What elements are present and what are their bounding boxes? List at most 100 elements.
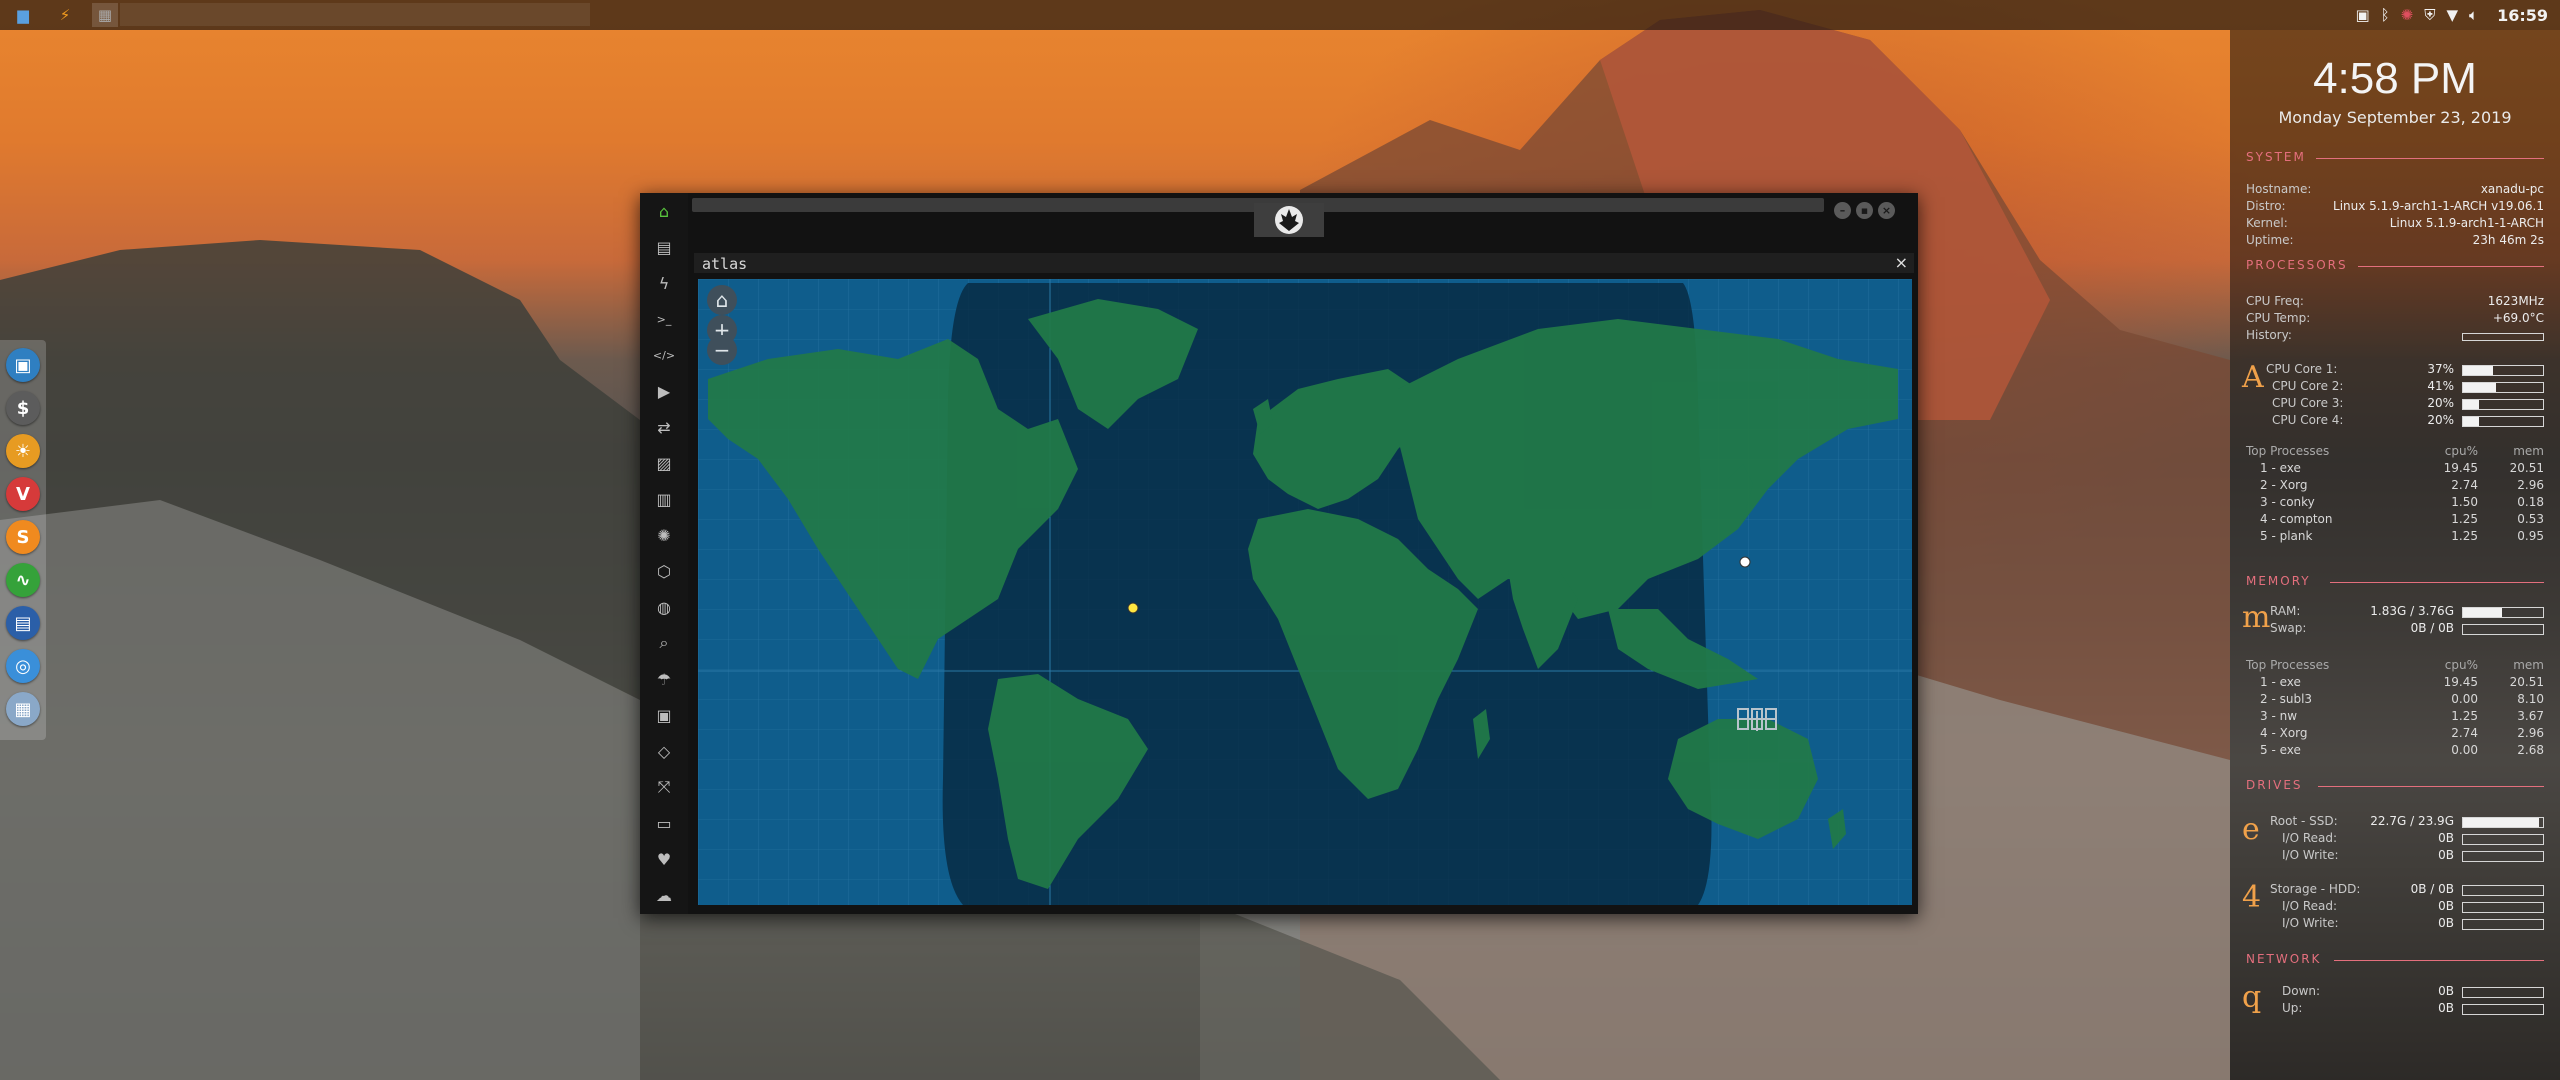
grid-app-icon[interactable]: ▦ [92, 3, 118, 27]
root-read-bar [2462, 834, 2544, 845]
net-down-bar [2462, 987, 2544, 998]
translate-icon[interactable]: ⇄ [652, 415, 676, 439]
root-drive-bar [2462, 817, 2544, 828]
home-icon[interactable]: ⌂ [652, 199, 676, 223]
cpu-core-bar [2462, 399, 2544, 410]
app-window: ⌂ ▤ ϟ >_ </> ▶ ⇄ ▨ ▥ ✺ ⬡ ◍ ⌕ ☂ ▣ ◇ ⤧ ▭ ♥ ☁ – ▪ × atlas × [640, 193, 1918, 914]
volume-icon[interactable]: 🔈︎ [2469, 6, 2478, 24]
taskbar-area[interactable] [120, 3, 590, 26]
process-row: 1 - exe 19.45 20.51 [2260, 461, 2544, 475]
document-icon[interactable]: ▤ [652, 235, 676, 259]
cpu-temp-row: CPU Temp: +69.0°C [2246, 311, 2544, 325]
dock-vivaldi-icon[interactable]: V [6, 477, 40, 511]
dock-files-icon[interactable]: ▣ [6, 348, 40, 382]
bluetooth-icon[interactable]: ᛒ [2381, 6, 2390, 24]
processors-heading: PROCESSORS [2246, 258, 2348, 272]
storage-drive-glyph: 4 [2242, 880, 2262, 915]
process-row: 3 - nw 1.25 3.67 [2260, 709, 2544, 723]
youtube-icon[interactable]: ▭ [652, 811, 676, 835]
process-row: 2 - subl3 0.00 8.10 [2260, 692, 2544, 706]
mem-top-header: Top Processes cpu% mem [2246, 658, 2544, 672]
processors-divider [2358, 266, 2544, 267]
dock-chrome-icon[interactable]: ◎ [6, 649, 40, 683]
root-read-row: I/O Read: 0B [2282, 831, 2544, 847]
cloud-icon[interactable]: ☁ [652, 883, 676, 907]
heart-icon[interactable]: ♥ [652, 847, 676, 871]
world-map[interactable]: ⌂ + − [698, 279, 1912, 905]
process-row: 1 - exe 19.45 20.51 [2260, 675, 2544, 689]
memory-divider [2330, 582, 2544, 583]
expand-icon[interactable]: ⤧ [652, 775, 676, 799]
drives-divider [2318, 786, 2544, 787]
storage-read-bar [2462, 902, 2544, 913]
conky-panel: 4:58 PM Monday September 23, 2019 SYSTEM… [2230, 30, 2560, 1080]
terminal-icon[interactable]: >_ [652, 307, 676, 331]
panel-close-button[interactable]: × [1895, 253, 1908, 272]
storage-bar [2462, 885, 2544, 896]
panel-header [694, 253, 1914, 273]
top-panel: ▆ ⚡ ▦ ▣ ᛒ ✺ ⛨ ▼ 🔈︎ 16:59 [0, 0, 2560, 30]
dock-monitor-icon[interactable]: ∿ [6, 563, 40, 597]
process-row: 2 - Xorg 2.74 2.96 [2260, 478, 2544, 492]
close-button[interactable]: × [1878, 202, 1895, 219]
minimize-button[interactable]: – [1834, 202, 1851, 219]
swap-row: Swap: 0B / 0B [2270, 621, 2544, 637]
cpu-core-row: CPU Core 3: 20% [2272, 396, 2544, 412]
cpu-glyph: A [2242, 360, 2264, 395]
atom-icon[interactable]: ✺ [652, 523, 676, 547]
net-up-row: Up: 0B [2282, 1001, 2544, 1017]
umbrella-icon[interactable]: ☂ [652, 667, 676, 691]
moon-marker[interactable] [1739, 556, 1751, 568]
play-icon[interactable]: ▶ [652, 379, 676, 403]
storage-write-bar [2462, 919, 2544, 930]
dock-terminal-icon[interactable]: $ [6, 391, 40, 425]
sublime-text-icon[interactable]: ⚡ [52, 3, 78, 27]
rebel-logo-icon[interactable] [1254, 203, 1324, 237]
wifi-icon[interactable]: ▼ [2447, 6, 2459, 24]
sidebar: ⌂ ▤ ϟ >_ </> ▶ ⇄ ▨ ▥ ✺ ⬡ ◍ ⌕ ☂ ▣ ◇ ⤧ ▭ ♥ ☁ [640, 193, 688, 914]
cpu-core-row: CPU Core 2: 41% [2272, 379, 2544, 395]
root-write-row: I/O Write: 0B [2282, 848, 2544, 864]
network-glyph: q [2242, 980, 2262, 1015]
system-row: Uptime: 23h 46m 2s [2246, 233, 2544, 247]
process-row: 4 - compton 1.25 0.53 [2260, 512, 2544, 526]
zoom-out-button[interactable]: − [707, 335, 737, 365]
storage-read-row: I/O Read: 0B [2282, 899, 2544, 915]
hexagon-icon[interactable]: ⬡ [652, 559, 676, 583]
cpu-top-header: Top Processes cpu% mem [2246, 444, 2544, 458]
cpu-core-row: CPU Core 4: 20% [2272, 413, 2544, 429]
process-row: 4 - Xorg 2.74 2.96 [2260, 726, 2544, 740]
storage-row: Storage - HDD: 0B / 0B [2270, 882, 2544, 898]
vpn-icon[interactable]: ⛨ [2424, 6, 2435, 24]
contact-icon[interactable]: ▣ [652, 703, 676, 727]
cpu-core-bar [2462, 416, 2544, 427]
image-tray-icon[interactable]: ▣ [2355, 6, 2369, 24]
file-manager-icon[interactable]: ▆ [10, 3, 36, 27]
drives-heading: DRIVES [2246, 778, 2303, 792]
dock-grid-icon[interactable]: ▦ [6, 692, 40, 726]
cpu-freq-row: CPU Freq: 1623MHz [2246, 294, 2544, 308]
system-row: Distro: Linux 5.1.9-arch1-1-ARCH v19.06.1 [2246, 199, 2544, 213]
image-icon[interactable]: ▨ [652, 451, 676, 475]
bolt-icon[interactable]: ϟ [652, 271, 676, 295]
maximize-button[interactable]: ▪ [1856, 202, 1873, 219]
settings-gear-icon[interactable]: ✺ [2401, 6, 2414, 24]
dock-sun-icon[interactable]: ☀ [6, 434, 40, 468]
cpu-core-row: CPU Core 1: 37% [2266, 362, 2544, 378]
dock-sublime-icon[interactable]: S [6, 520, 40, 554]
dock-remote-icon[interactable]: ▤ [6, 606, 40, 640]
conky-date: Monday September 23, 2019 [2278, 108, 2512, 127]
ram-row: RAM: 1.83G / 3.76G [2270, 604, 2544, 620]
code-icon[interactable]: </> [652, 343, 676, 367]
news-icon[interactable]: ▥ [652, 487, 676, 511]
map-home-button[interactable]: ⌂ [707, 285, 737, 315]
top-clock[interactable]: 16:59 [2497, 6, 2548, 25]
memory-glyph: m [2242, 600, 2271, 635]
process-row: 5 - exe 0.00 2.68 [2260, 743, 2544, 757]
search-icon[interactable]: ⌕ [652, 631, 676, 655]
tag-icon[interactable]: ◇ [652, 739, 676, 763]
dock: ▣ $ ☀ V S ∿ ▤ ◎ ▦ [0, 340, 46, 740]
globe-icon[interactable]: ◍ [652, 595, 676, 619]
sun-marker[interactable] [1127, 602, 1139, 614]
memory-heading: MEMORY [2246, 574, 2311, 588]
